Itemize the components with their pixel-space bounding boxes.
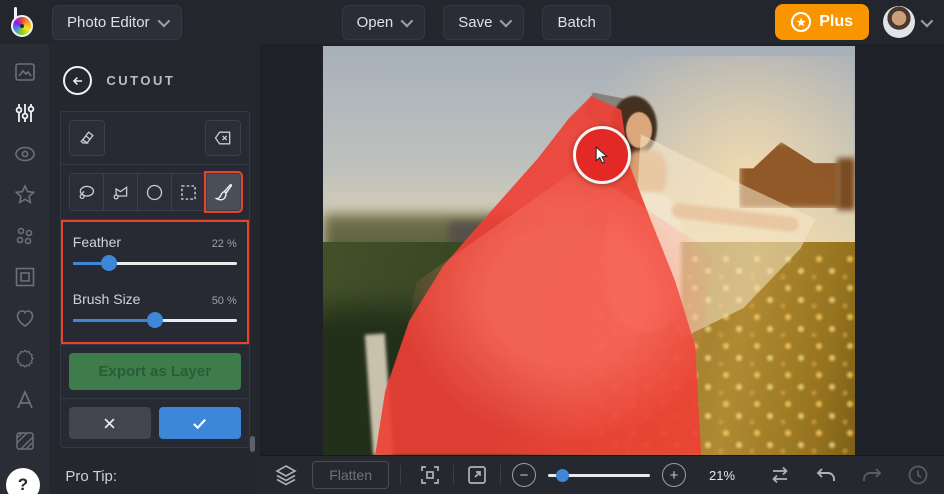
brush-settings-highlighted: Feather 22 % Brush Size 50 % <box>61 220 249 344</box>
artsy-dots-icon[interactable] <box>13 224 37 248</box>
history-icon[interactable] <box>906 463 930 487</box>
back-button[interactable] <box>63 66 92 95</box>
cutout-tool-card: Feather 22 % Brush Size 50 % <box>60 111 250 448</box>
brush-size-slider-thumb[interactable] <box>147 312 163 328</box>
fit-to-screen-icon[interactable] <box>418 463 442 487</box>
top-bar: Photo Editor Open Save Batch ★ Plus <box>0 0 944 44</box>
flatten-button[interactable]: Flatten <box>312 461 389 489</box>
account-group: ★ Plus <box>775 4 930 40</box>
ellipse-tool-button[interactable] <box>137 173 172 211</box>
pro-tip-label: Pro Tip: <box>65 468 244 485</box>
lasso-tool-button[interactable] <box>69 173 104 211</box>
rectangle-marquee-tool-button[interactable] <box>171 173 206 211</box>
effects-star-icon[interactable] <box>13 183 37 207</box>
photo-canvas[interactable] <box>323 46 855 455</box>
file-menu-group: Open Save Batch <box>342 5 611 40</box>
text-icon[interactable] <box>13 388 37 412</box>
panel-title: CUTOUT <box>106 73 175 88</box>
help-button[interactable]: ? <box>6 468 40 494</box>
feather-value: 22 % <box>212 238 237 250</box>
zoom-slider[interactable] <box>548 474 650 477</box>
feather-slider[interactable] <box>73 262 237 265</box>
pro-tip: Pro Tip: Invert your selection by holdin… <box>49 448 260 494</box>
chevron-down-icon <box>401 14 414 27</box>
batch-button[interactable]: Batch <box>542 5 610 40</box>
open-button[interactable]: Open <box>342 5 426 40</box>
zoom-level: 21% <box>702 468 742 483</box>
cancel-button[interactable] <box>69 407 151 439</box>
crop-photo-icon[interactable] <box>13 60 37 84</box>
feather-slider-thumb[interactable] <box>101 255 117 271</box>
redo-icon[interactable] <box>860 463 884 487</box>
tool-rail: ? <box>0 44 49 494</box>
overlays-heart-icon[interactable] <box>13 306 37 330</box>
touch-up-eye-icon[interactable] <box>13 142 37 166</box>
chevron-down-icon <box>921 14 934 27</box>
graphics-badge-icon[interactable] <box>13 347 37 371</box>
layers-icon[interactable] <box>274 463 298 487</box>
open-in-new-icon[interactable] <box>465 463 489 487</box>
apply-button[interactable] <box>159 407 241 439</box>
app-switcher-button[interactable]: Photo Editor <box>52 5 182 40</box>
befunky-logo[interactable] <box>8 5 42 39</box>
zoom-slider-thumb[interactable] <box>556 469 569 482</box>
brush-size-value: 50 % <box>212 295 237 307</box>
avatar <box>883 6 915 38</box>
chevron-down-icon <box>157 14 170 27</box>
frames-icon[interactable] <box>13 265 37 289</box>
logo-color-wheel-icon <box>11 15 33 37</box>
user-avatar-menu[interactable] <box>883 6 930 38</box>
canvas-workspace[interactable] <box>260 44 944 455</box>
erase-restore-button[interactable] <box>69 120 105 156</box>
background-house <box>837 158 855 210</box>
plus-upgrade-button[interactable]: ★ Plus <box>775 4 869 40</box>
adjust-sliders-icon[interactable] <box>13 101 37 125</box>
bottom-toolbar: Flatten − + 21% <box>260 455 944 494</box>
star-icon: ★ <box>791 12 811 32</box>
export-as-layer-button[interactable]: Export as Layer <box>69 353 241 390</box>
polygon-lasso-tool-button[interactable] <box>103 173 138 211</box>
zoom-out-button[interactable]: − <box>512 463 536 487</box>
feather-label: Feather <box>73 234 121 250</box>
textures-icon[interactable] <box>13 429 37 453</box>
undo-icon[interactable] <box>814 463 838 487</box>
brush-size-slider[interactable] <box>73 319 237 322</box>
save-button[interactable]: Save <box>443 5 524 40</box>
brush-tool-button[interactable] <box>206 173 241 211</box>
brush-cursor[interactable] <box>573 126 631 184</box>
app-title: Photo Editor <box>67 14 150 31</box>
delete-selection-button[interactable] <box>205 120 241 156</box>
brush-size-label: Brush Size <box>73 291 141 307</box>
cutout-panel: CUTOUT <box>49 44 260 494</box>
zoom-in-button[interactable]: + <box>662 463 686 487</box>
selection-tools <box>61 165 249 219</box>
mouse-pointer-icon <box>595 146 610 165</box>
chevron-down-icon <box>500 14 513 27</box>
compare-icon[interactable] <box>768 463 792 487</box>
panel-scrollbar[interactable] <box>250 436 255 452</box>
